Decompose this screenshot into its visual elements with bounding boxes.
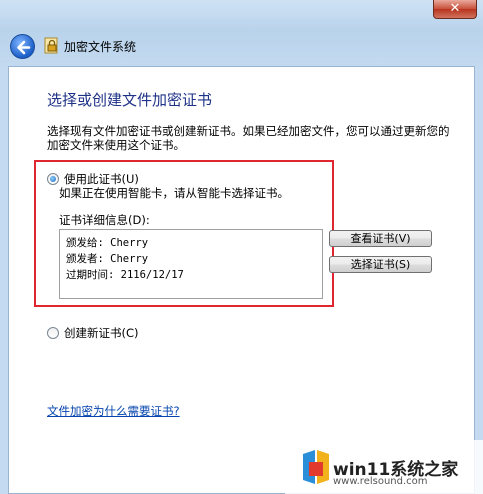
cert-details-box[interactable]: 颁发给: Cherry 颁发者: Cherry 过期时间: 2116/12/17 <box>59 229 323 299</box>
back-button[interactable] <box>10 34 35 59</box>
select-cert-button[interactable]: 选择证书(S) <box>329 256 432 273</box>
cert-details-label: 证书详细信息(D): <box>59 213 150 227</box>
window-title: 加密文件系统 <box>64 40 137 54</box>
smartcard-hint: 如果正在使用智能卡，请从智能卡选择证书。 <box>59 186 289 200</box>
use-cert-radio[interactable] <box>47 173 59 185</box>
page-description: 选择现有文件加密证书或创建新证书。如果已经加密文件，您可以通过更新您的加密文件来… <box>47 124 450 152</box>
new-cert-radio[interactable] <box>47 327 59 339</box>
dialog-window: ✕ 加密文件系统 选择或创建文件加密证书 选择现有文件加密证书或创建新证书。如果… <box>0 0 483 494</box>
page-heading: 选择或创建文件加密证书 <box>47 91 213 109</box>
cert-expiry: 过期时间: 2116/12/17 <box>66 269 184 281</box>
encrypted-file-icon <box>44 37 58 54</box>
cert-issued-to: 颁发给: Cherry <box>66 237 149 249</box>
back-arrow-icon <box>17 40 31 55</box>
view-cert-button[interactable]: 查看证书(V) <box>329 230 432 247</box>
cert-issued-by: 颁发者: Cherry <box>66 253 149 265</box>
close-button[interactable]: ✕ <box>433 0 477 19</box>
content-pane: 选择或创建文件加密证书 选择现有文件加密证书或创建新证书。如果已经加密文件，您可… <box>8 66 475 494</box>
watermark-url: www.relsound.com <box>333 476 428 487</box>
help-link[interactable]: 文件加密为什么需要证书? <box>47 403 180 419</box>
new-cert-label[interactable]: 创建新证书(C) <box>64 325 139 341</box>
